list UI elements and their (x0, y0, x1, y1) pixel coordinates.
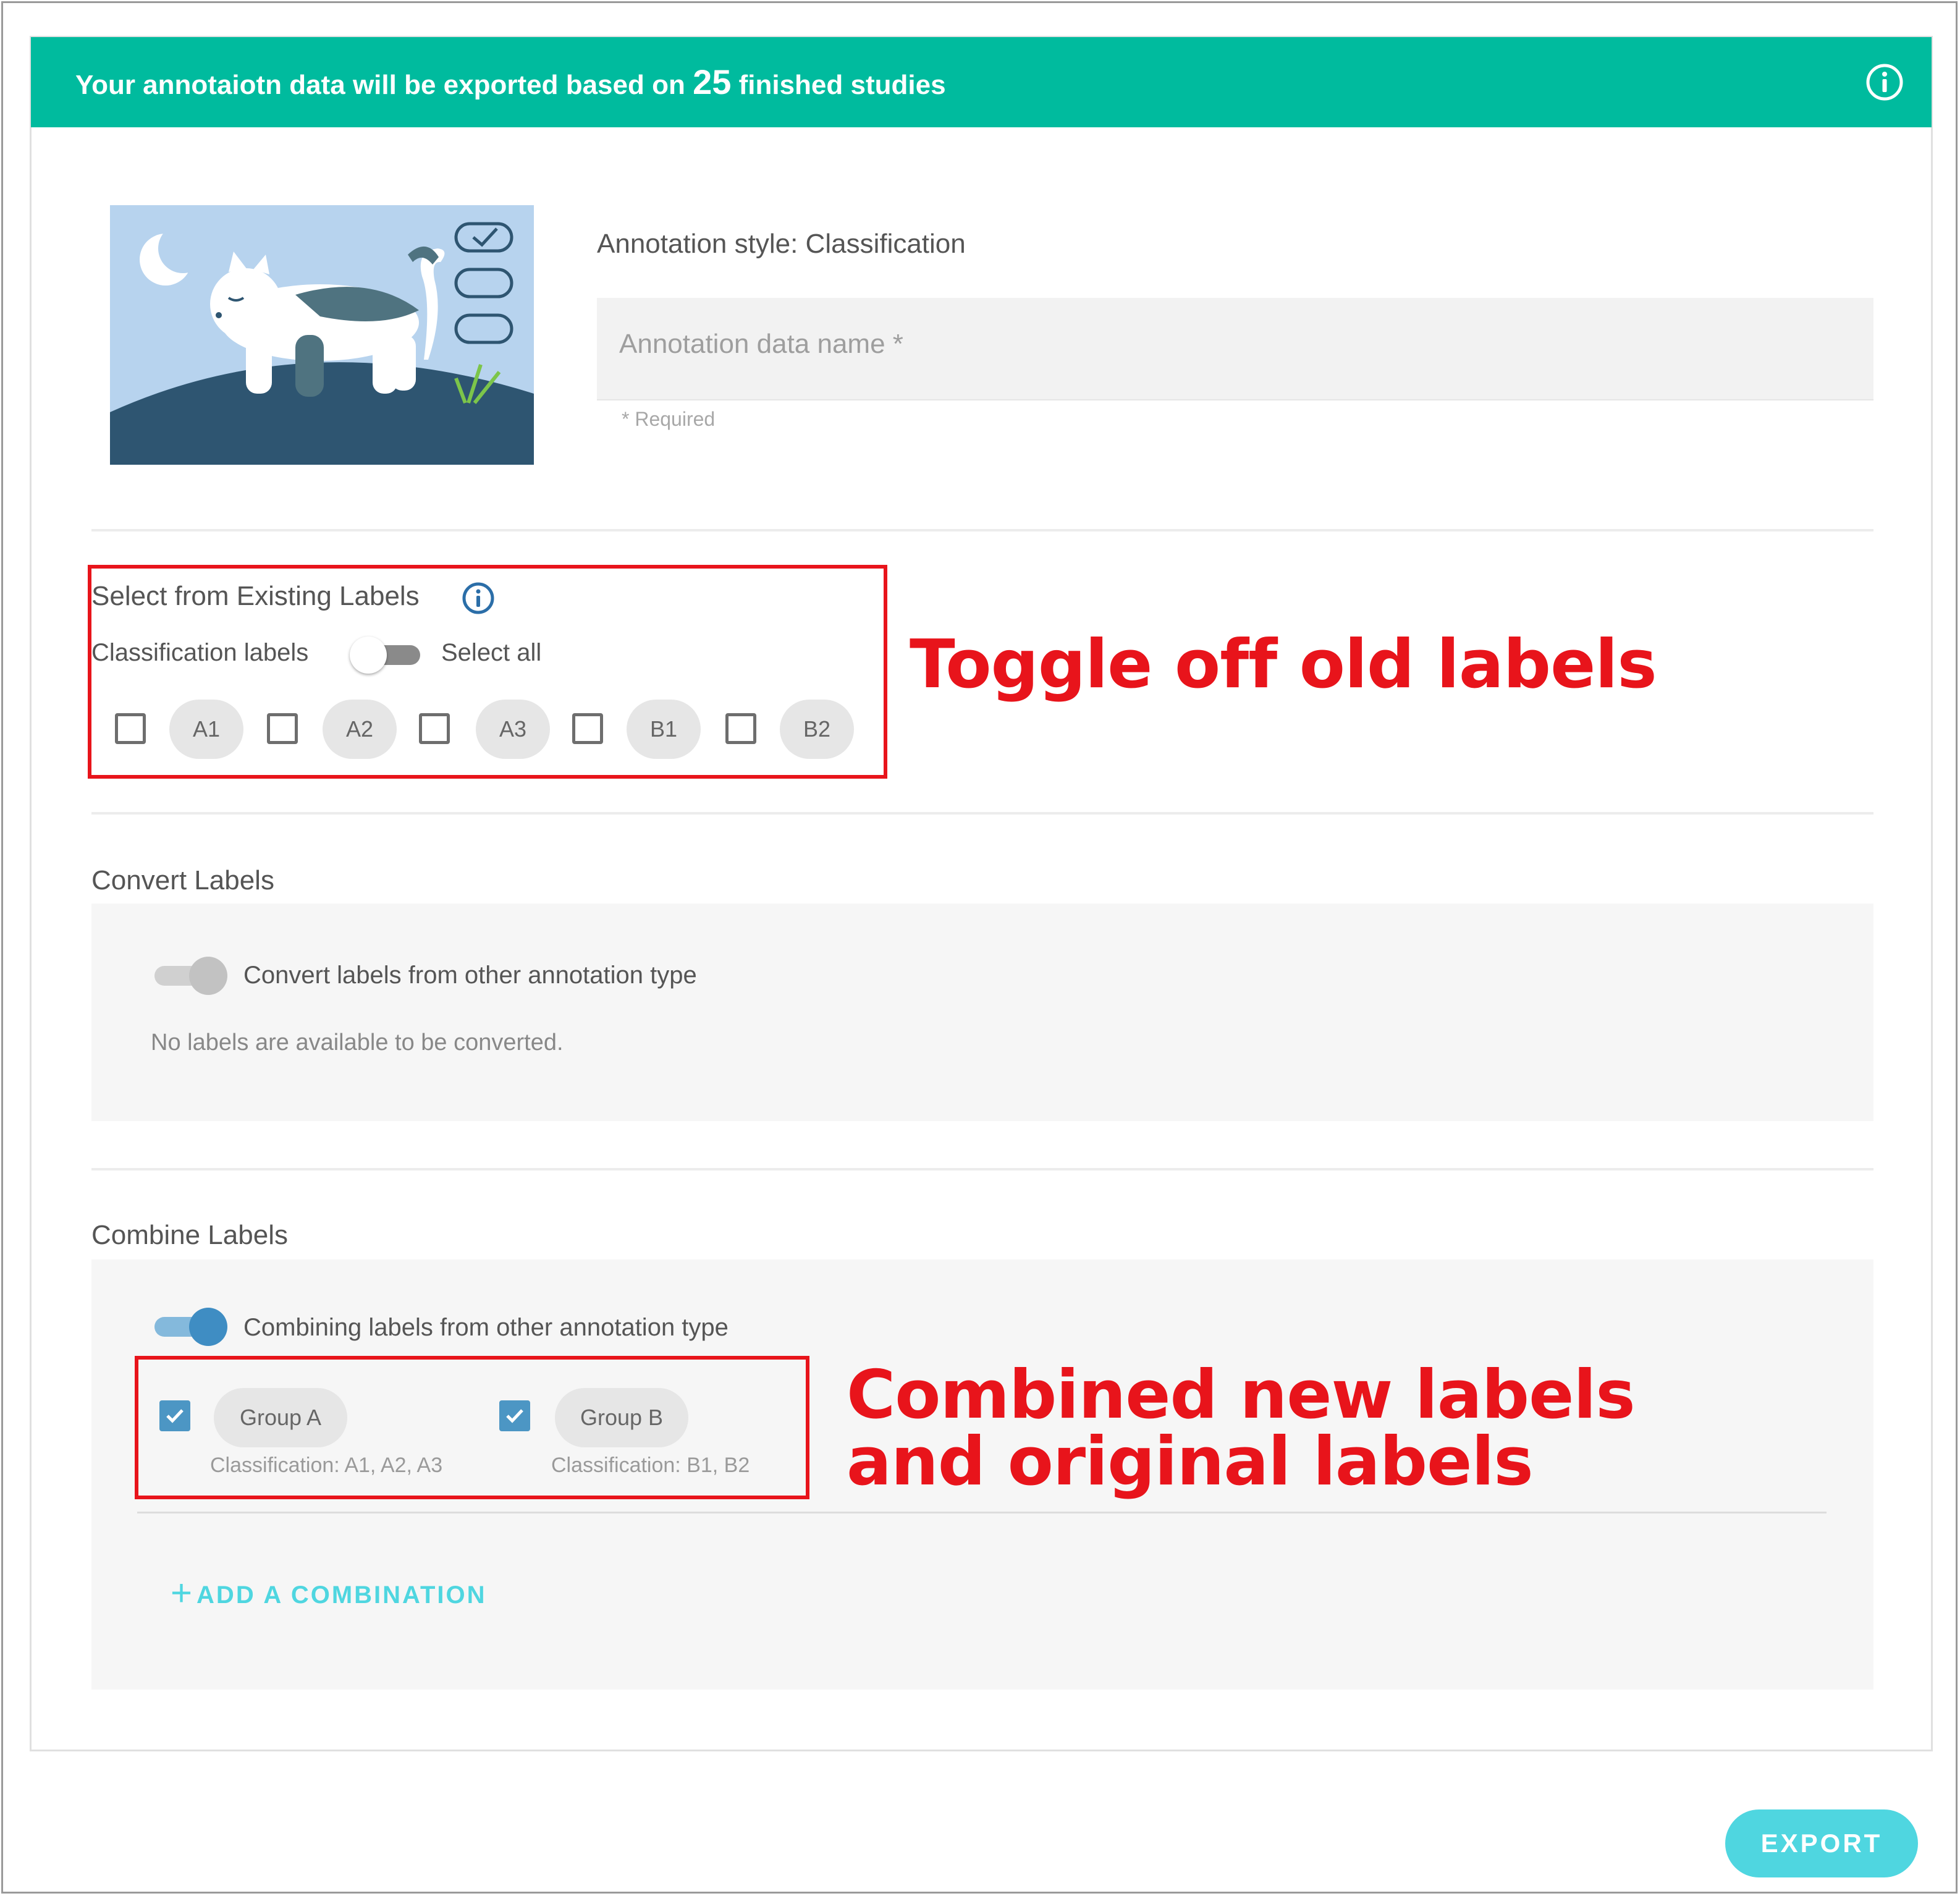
convert-labels-toggle-label: Convert labels from other annotation typ… (243, 962, 697, 989)
plus-icon: + (171, 1572, 195, 1614)
combination-divider (137, 1512, 1827, 1513)
required-note: * Required (622, 408, 716, 430)
info-icon[interactable] (1865, 62, 1904, 102)
annotation-name-placeholder: Annotation data name * (619, 329, 903, 359)
convert-labels-panel (91, 904, 1873, 1121)
annotation-style-label: Annotation style: Classification (597, 229, 966, 259)
section-divider (91, 529, 1873, 531)
export-info-banner: Your annotaiotn data will be exported ba… (31, 37, 1932, 127)
convert-labels-toggle[interactable] (154, 957, 229, 995)
combined-annotation-line2: and original labels (847, 1423, 1534, 1500)
combine-labels-toggle-label: Combining labels from other annotation t… (243, 1314, 729, 1341)
add-combination-label: ADD A COMBINATION (196, 1581, 487, 1609)
add-combination-button[interactable]: + ADD A COMBINATION (171, 1575, 487, 1612)
combined-annotation-line1: Combined new labels (847, 1356, 1636, 1434)
toggle-knob (189, 1308, 227, 1346)
combined-labels-highlight (135, 1356, 809, 1499)
classification-illustration (110, 205, 534, 465)
toggle-knob (189, 957, 227, 995)
existing-labels-highlight (88, 565, 887, 779)
finished-studies-count: 25 (693, 62, 732, 101)
combine-labels-title: Combine Labels (91, 1220, 288, 1250)
convert-labels-title: Convert Labels (91, 865, 274, 895)
banner-text-before: Your annotaiotn data will be exported ba… (75, 70, 685, 100)
section-divider (91, 1168, 1873, 1170)
banner-text-after: finished studies (738, 70, 946, 100)
combine-labels-toggle[interactable] (154, 1308, 229, 1346)
section-divider (91, 812, 1873, 815)
banner-message: Your annotaiotn data will be exported ba… (75, 37, 946, 127)
toggle-off-annotation: Toggle off old labels (910, 626, 1657, 703)
export-button[interactable]: EXPORT (1725, 1809, 1918, 1877)
annotation-name-input[interactable]: Annotation data name * (597, 298, 1873, 400)
no-labels-message: No labels are available to be converted. (151, 1030, 564, 1056)
